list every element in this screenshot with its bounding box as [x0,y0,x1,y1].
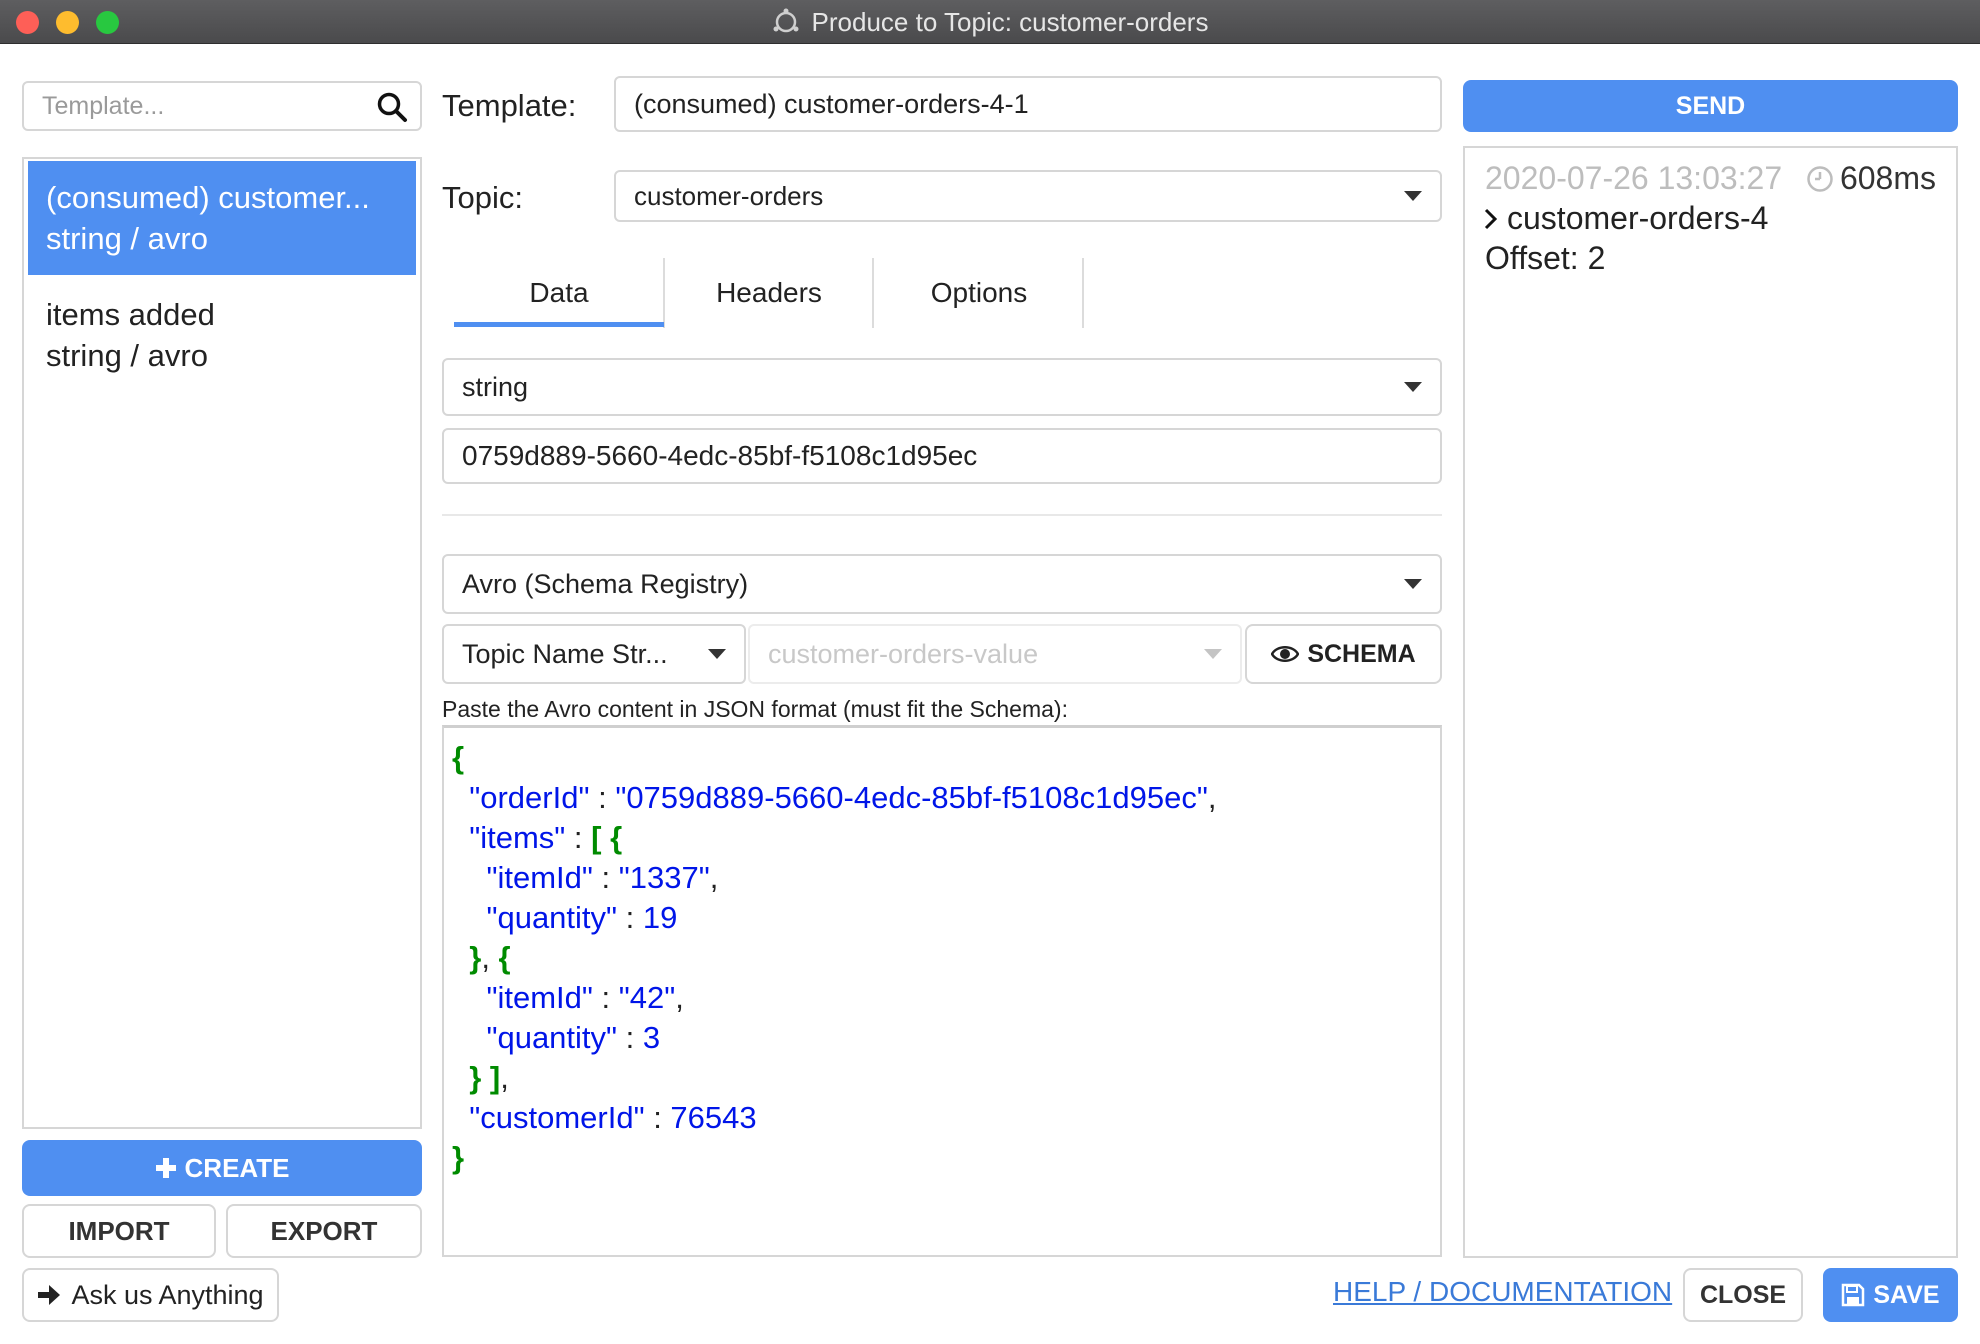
tab-headers[interactable]: Headers [664,258,874,328]
json-string: "0759d889-5660-4edc-85bf-f5108c1d95ec" [615,780,1208,815]
export-button[interactable]: EXPORT [226,1204,422,1258]
value-type-select[interactable]: Avro (Schema Registry) [442,554,1442,614]
ask-us-anything-label: Ask us Anything [71,1279,264,1310]
search-icon[interactable] [376,91,408,123]
topic-select[interactable]: customer-orders [614,170,1442,222]
create-button[interactable]: CREATE [22,1140,422,1196]
key-value-input[interactable]: 0759d889-5660-4edc-85bf-f5108c1d95ec [442,428,1442,484]
json-number: 3 [642,1020,661,1055]
result-offset: Offset: 2 [1485,240,1606,276]
schema-button[interactable]: SCHEMA [1245,624,1442,684]
key-type-select[interactable]: string [442,358,1442,416]
tab-data[interactable]: Data [454,258,664,328]
template-name-label: Template: [442,88,577,123]
value-type-value: Avro (Schema Registry) [462,568,749,599]
json-key: "quantity" [486,1020,618,1055]
clock-icon [1807,165,1833,192]
json-number: 76543 [670,1100,757,1135]
result-duration: 608ms [1806,160,1936,197]
schema-button-label: SCHEMA [1307,639,1416,668]
template-name-value: (consumed) customer-orders-4-1 [634,88,1029,119]
subject-strategy-value: Topic Name Str... [462,638,668,669]
json-key: "itemId" [486,860,593,895]
template-item-consumed[interactable]: (consumed) customer... string / avro [28,161,416,275]
chevron-down-icon [1404,191,1422,201]
result-duration-text: 608ms [1839,160,1936,196]
json-key: "itemId" [486,980,593,1015]
send-button-label: SEND [1675,91,1746,120]
help-documentation-link[interactable]: HELP / DOCUMENTATION [1333,1276,1672,1308]
tab-divider [1082,258,1084,328]
json-key: "items" [469,820,566,855]
subject-name-select: customer-orders-value [748,624,1242,684]
result-partition[interactable]: customer-orders-4 [1483,200,1768,237]
app-icon [773,8,799,33]
section-divider [442,514,1442,516]
title-bar: Produce to Topic: customer-orders [0,0,1980,44]
eye-icon [1271,646,1300,662]
template-list: (consumed) customer... string / avro ite… [22,157,422,1129]
editor-hint: Paste the Avro content in JSON format (m… [442,696,1068,722]
json-string: "42" [618,980,676,1015]
json-string: "1337" [618,860,710,895]
arrow-right-icon [38,1285,61,1305]
json-key: "quantity" [486,900,618,935]
active-tab-indicator [454,322,664,327]
template-item-items-added[interactable]: items added string / avro [28,294,416,384]
json-number: 19 [642,900,678,935]
template-name-input[interactable]: (consumed) customer-orders-4-1 [614,76,1442,132]
subject-name-value: customer-orders-value [768,638,1039,669]
result-partition-text: customer-orders-4 [1507,200,1769,236]
subject-strategy-select[interactable]: Topic Name Str... [442,624,746,684]
result-panel: 2020-07-26 13:03:27 608ms customer-order… [1463,146,1958,1258]
chevron-right-icon [1484,208,1498,229]
create-button-label: CREATE [184,1152,290,1183]
topic-label: Topic: [442,180,523,215]
template-item-types: string / avro [46,338,208,373]
key-type-value: string [462,371,529,402]
send-button[interactable]: SEND [1463,80,1958,132]
window-title: Produce to Topic: customer-orders [0,0,1980,44]
template-item-types: string / avro [46,221,208,256]
template-item-name: items added [46,297,215,332]
chevron-down-icon [708,649,726,659]
template-search-input[interactable]: Template... [22,81,422,131]
tab-headers-label: Headers [716,277,822,308]
ask-us-anything-button[interactable]: Ask us Anything [22,1268,279,1322]
import-button-label: IMPORT [68,1215,170,1246]
result-timestamp: 2020-07-26 13:03:27 [1485,160,1783,196]
json-key: "customerId" [469,1100,645,1135]
import-button[interactable]: IMPORT [22,1204,216,1258]
tab-data-label: Data [529,277,589,308]
close-button[interactable]: CLOSE [1683,1268,1803,1322]
plus-icon [155,1158,176,1178]
template-search-placeholder: Template... [42,91,165,120]
save-button-label: SAVE [1873,1280,1940,1309]
close-button-label: CLOSE [1699,1280,1787,1309]
chevron-down-icon [1404,382,1422,392]
json-editor[interactable]: { "orderId" : "0759d889-5660-4edc-85bf-f… [442,725,1442,1257]
chevron-down-icon [1404,579,1422,589]
template-item-name: (consumed) customer... [46,180,370,215]
save-button[interactable]: SAVE [1823,1268,1958,1322]
floppy-disk-icon [1842,1283,1865,1307]
chevron-down-icon [1204,649,1222,659]
topic-select-value: customer-orders [634,180,824,211]
tab-options[interactable]: Options [874,258,1084,328]
window-title-text: Produce to Topic: customer-orders [811,6,1209,37]
key-value-text: 0759d889-5660-4edc-85bf-f5108c1d95ec [462,440,978,471]
tab-options-label: Options [930,277,1028,308]
json-key: "orderId" [469,780,590,815]
export-button-label: EXPORT [270,1215,378,1246]
